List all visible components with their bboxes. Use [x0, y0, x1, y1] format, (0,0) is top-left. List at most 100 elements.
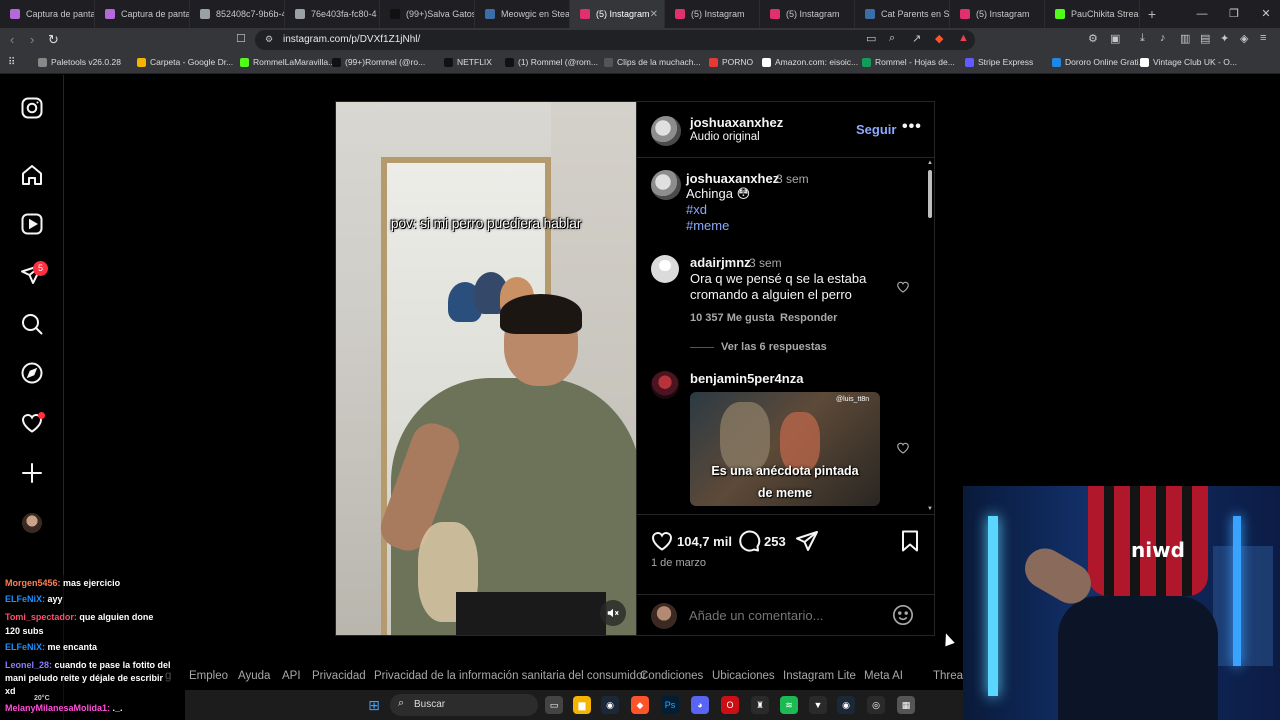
footer-link[interactable]: Meta AI: [864, 670, 903, 682]
reels-icon[interactable]: [20, 212, 44, 236]
screenshot-icon[interactable]: ▣: [1110, 32, 1120, 45]
menu-icon[interactable]: ≡: [1260, 32, 1266, 44]
comment-avatar[interactable]: [651, 371, 679, 399]
new-tab-button[interactable]: +: [1140, 6, 1164, 22]
vpn-icon[interactable]: ◈: [1240, 32, 1248, 45]
extensions-icon[interactable]: ⚙: [1088, 32, 1098, 45]
author-username[interactable]: joshuaxanxhez: [690, 115, 783, 130]
brave-browser-icon[interactable]: ◆: [631, 696, 649, 714]
caption-avatar[interactable]: [651, 170, 681, 200]
browser-tab[interactable]: (5) Instagram: [760, 0, 855, 28]
explore-icon[interactable]: [20, 361, 44, 385]
bookmark-item[interactable]: Vintage Club UK - O...: [1140, 57, 1237, 67]
opera-icon[interactable]: O: [721, 696, 739, 714]
browser-tab[interactable]: (5) Instagram ✕: [570, 0, 665, 28]
bookmark-item[interactable]: RommelLaMaravilla...: [240, 57, 335, 67]
footer-link[interactable]: Empleo: [189, 670, 228, 682]
windows-start-icon[interactable]: ⊞: [365, 696, 383, 714]
follow-button[interactable]: Seguir: [856, 122, 896, 137]
comment-time[interactable]: 3 sem: [749, 256, 782, 270]
create-plus-icon[interactable]: [20, 461, 44, 485]
apps-icon[interactable]: ⠿: [8, 57, 15, 68]
bookmark-item[interactable]: Amazon.com: eisoic...: [762, 57, 858, 67]
like-count[interactable]: 104,7 mil: [677, 534, 732, 549]
comment-username[interactable]: benjamin5per4nza: [690, 371, 803, 386]
caption-time[interactable]: 3 sem: [776, 172, 809, 186]
emoji-picker-icon[interactable]: [892, 604, 914, 626]
maximize-icon[interactable]: ❐: [1218, 0, 1250, 28]
browser-tab[interactable]: (5) Instagram: [950, 0, 1045, 28]
home-icon[interactable]: [20, 163, 44, 187]
site-info-icon[interactable]: ⚙: [265, 34, 273, 45]
browser-tab[interactable]: 852408c7-9b6b-4: [190, 0, 285, 28]
bookmark-item[interactable]: Dororo Online Grati...: [1052, 57, 1146, 67]
comments-scrollbar[interactable]: [928, 170, 932, 218]
steam-icon[interactable]: ◉: [601, 696, 619, 714]
caption-username[interactable]: joshuaxanxhez: [686, 171, 779, 186]
bookmark-item[interactable]: PORNO: [709, 57, 753, 67]
browser-tab[interactable]: Meowgic en Stea: [475, 0, 570, 28]
comment-avatar[interactable]: [651, 255, 679, 283]
comment-bubble-icon[interactable]: [737, 529, 761, 553]
spotify-icon[interactable]: ≋: [780, 696, 798, 714]
footer-link[interactable]: Privacidad de la información sanitaria d…: [374, 670, 646, 682]
brave-rewards-icon[interactable]: ▲: [958, 32, 969, 44]
comment-username[interactable]: adairjmnz: [690, 255, 751, 270]
share-send-icon[interactable]: [795, 529, 819, 553]
bookmark-item[interactable]: (99+)Rommel (@ro...: [332, 57, 425, 67]
browser-tab[interactable]: Captura de panta: [0, 0, 95, 28]
comment-like-heart-icon[interactable]: [896, 441, 910, 455]
scroll-down-arrow-icon[interactable]: ▼: [927, 506, 933, 512]
footer-link[interactable]: Instagram Lite: [783, 670, 856, 682]
footer-link[interactable]: Ubicaciones: [712, 670, 775, 682]
browser-tab[interactable]: (5) Instagram: [665, 0, 760, 28]
reload-icon[interactable]: ↻: [48, 32, 59, 48]
browser-tab[interactable]: Captura de panta: [95, 0, 190, 28]
footer-link[interactable]: Condiciones: [640, 670, 703, 682]
bookmark-item[interactable]: Clips de la muchach...: [604, 57, 701, 67]
scroll-up-arrow-icon[interactable]: ▲: [927, 160, 933, 166]
discord-icon[interactable]: ◕: [691, 696, 709, 714]
bookmark-item[interactable]: NETFLIX: [444, 57, 492, 67]
bookmark-item[interactable]: Rommel - Hojas de...: [862, 57, 955, 67]
leo-icon[interactable]: ✦: [1220, 32, 1229, 45]
comment-like-heart-icon[interactable]: [896, 280, 910, 294]
profile-avatar[interactable]: [22, 513, 42, 533]
share-icon[interactable]: ↗: [912, 32, 921, 45]
bookmark-item[interactable]: Carpeta - Google Dr...: [137, 57, 233, 67]
steam-icon[interactable]: ◉: [837, 696, 855, 714]
sidebar-toggle-icon[interactable]: ▥: [1180, 32, 1190, 45]
media-icon[interactable]: ♪: [1160, 32, 1166, 44]
browser-tab[interactable]: Cat Parents en St: [855, 0, 950, 28]
bookmark-item[interactable]: Stripe Express: [965, 57, 1033, 67]
audio-label[interactable]: Audio original: [690, 131, 760, 143]
app-icon[interactable]: ▼: [809, 696, 827, 714]
browser-tab[interactable]: PauChikita Strea: [1045, 0, 1140, 28]
view-replies-button[interactable]: Ver las 6 respuestas: [721, 341, 827, 353]
more-options-icon[interactable]: •••: [902, 118, 922, 136]
close-window-icon[interactable]: ✕: [1250, 0, 1280, 28]
author-avatar[interactable]: [651, 116, 681, 146]
download-icon[interactable]: ⤓: [1140, 32, 1145, 45]
wallet-icon[interactable]: ▤: [1200, 32, 1210, 45]
file-explorer-icon[interactable]: ▆: [573, 696, 591, 714]
cast-icon[interactable]: ▭: [866, 32, 876, 45]
reel-video[interactable]: pov: si mi perro puediera hablar: [336, 102, 636, 635]
instagram-logo-icon[interactable]: [20, 96, 44, 120]
brave-shields-icon[interactable]: ◆: [935, 32, 943, 45]
browser-tab[interactable]: 76e403fa-fc80-4: [285, 0, 380, 28]
like-heart-icon[interactable]: [650, 529, 674, 553]
calculator-icon[interactable]: ▦: [897, 696, 915, 714]
bookmark-item[interactable]: (1) Rommel (@rom...: [505, 57, 598, 67]
photoshop-icon[interactable]: Ps: [661, 696, 679, 714]
close-tab-icon[interactable]: ✕: [650, 9, 658, 20]
comment-gif[interactable]: @luis_tt8n Es una anécdota pintada de me…: [690, 392, 880, 506]
back-icon[interactable]: ‹: [10, 32, 14, 47]
hashtag-xd[interactable]: #xd: [686, 202, 707, 217]
forward-icon[interactable]: ›: [30, 32, 34, 47]
save-bookmark-icon[interactable]: [898, 529, 922, 553]
search-icon[interactable]: [20, 312, 44, 336]
zoom-icon[interactable]: ⌕: [889, 32, 895, 45]
obs-icon[interactable]: ◎: [867, 696, 885, 714]
mute-button[interactable]: [600, 600, 626, 626]
